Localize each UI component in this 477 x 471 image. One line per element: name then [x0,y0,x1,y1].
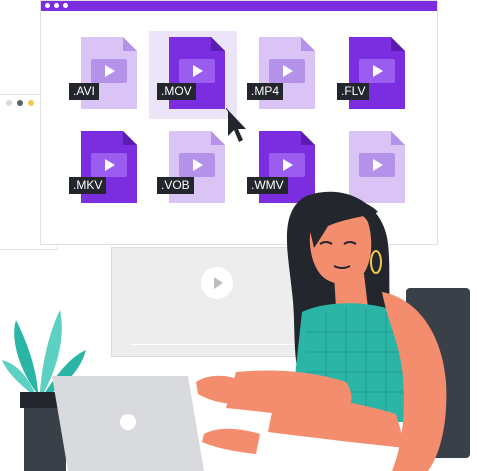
file-extension-label: .AVI [69,83,99,100]
window-dot [17,100,23,106]
window-dot [6,100,12,106]
file-extension-label: .MKV [69,177,107,194]
woman-illustration [196,191,447,471]
window-dot [45,3,50,8]
mouse-pointer-icon [226,108,246,142]
laptop-illustration [52,376,204,471]
window-dot [54,3,59,8]
file-item-flv[interactable]: .FLV [329,31,417,119]
file-extension-label: .MP4 [247,83,284,100]
file-extension-label: .FLV [337,83,370,100]
window-titlebar [41,1,437,11]
file-item-mkv[interactable]: .MKV [61,125,149,213]
window-controls [45,3,68,8]
window-dot [63,3,68,8]
illustration-scene: .AVI .MOV .MP4 .FLV .MKV .VOB .WMV [0,0,477,471]
file-item-mov[interactable]: .MOV [149,31,237,119]
file-extension-label: .VOB [157,177,194,194]
window-dot [28,100,34,106]
window-controls [6,100,34,106]
file-item-avi[interactable]: .AVI [61,31,149,119]
file-item-mp4[interactable]: .MP4 [239,31,327,119]
file-extension-label: .MOV [157,83,196,100]
